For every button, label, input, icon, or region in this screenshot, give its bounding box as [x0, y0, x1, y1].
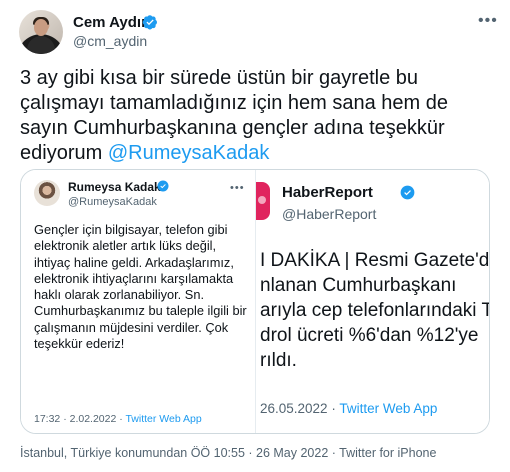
tweet-client[interactable]: Twitter for iPhone	[339, 446, 436, 460]
haberreport-line: arıyla cep telefonlarındaki T	[260, 300, 490, 321]
haberreport-avatar	[256, 182, 270, 220]
quoted-media-card[interactable]: Rumeysa Kadak @RumeysaKadak ••• Gençler …	[20, 169, 490, 434]
quoted-tweet-screenshot-left[interactable]: Rumeysa Kadak @RumeysaKadak ••• Gençler …	[21, 170, 256, 433]
verified-badge-icon	[400, 185, 415, 200]
quoted-tweet-source: Twitter Web App	[125, 413, 202, 425]
haberreport-line: drol ücreti %6'dan %12'ye	[260, 325, 479, 346]
tweet-metadata: İstanbul, Türkiye konumundan ÖÖ 10:55 · …	[20, 446, 436, 460]
haberreport-footer: 26.05.2022 · Twitter Web App	[260, 401, 437, 416]
quoted-tweet-footer: 17:32 · 2.02.2022 · Twitter Web App	[34, 413, 202, 425]
verified-badge-icon	[142, 15, 157, 30]
quoted-tweet-body: Gençler için bilgisayar, telefon gibi el…	[34, 222, 247, 352]
quoted-author-handle: @RumeysaKadak	[68, 196, 157, 208]
tweet-text: 3 ay gibi kısa bir sürede üstün bir gayr…	[20, 66, 500, 166]
haberreport-handle: @HaberReport	[282, 206, 377, 222]
mention-link[interactable]: @RumeysaKadak	[108, 142, 269, 164]
quoted-tweet-timestamp: 17:32 · 2.02.2022 ·	[34, 413, 126, 425]
haberreport-name: HaberReport	[282, 184, 373, 201]
haberreport-source: Twitter Web App	[339, 401, 438, 416]
author-name[interactable]: Cem Aydın	[73, 14, 150, 31]
tweet-location-time[interactable]: İstanbul, Türkiye konumundan ÖÖ 10:55 · …	[20, 446, 339, 460]
quoted-author-avatar	[34, 180, 60, 206]
haberreport-body: I DAKİKA | Resmi Gazete'd nlanan Cumhurb…	[260, 248, 490, 373]
more-horizontal-icon: •••	[230, 182, 245, 194]
tweet: Cem Aydın @cm_aydin ••• 3 ay gibi kısa b…	[0, 0, 510, 472]
quoted-tweet-screenshot-right[interactable]: HaberReport @HaberReport I DAKİKA | Resm…	[256, 170, 490, 433]
haberreport-line: I DAKİKA | Resmi Gazete'd	[260, 250, 490, 271]
haberreport-timestamp: 26.05.2022 ·	[260, 401, 340, 416]
author-handle[interactable]: @cm_aydin	[73, 33, 147, 49]
verified-badge-icon	[157, 180, 169, 192]
haberreport-line: rıldı.	[260, 350, 297, 371]
author-avatar[interactable]	[19, 10, 63, 54]
haberreport-line: nlanan Cumhurbaşkanı	[260, 275, 457, 296]
avatar-head	[34, 19, 48, 36]
more-horizontal-icon[interactable]: •••	[478, 13, 498, 29]
avatar-shirt	[27, 36, 55, 54]
quoted-author-name: Rumeysa Kadak	[68, 180, 161, 194]
